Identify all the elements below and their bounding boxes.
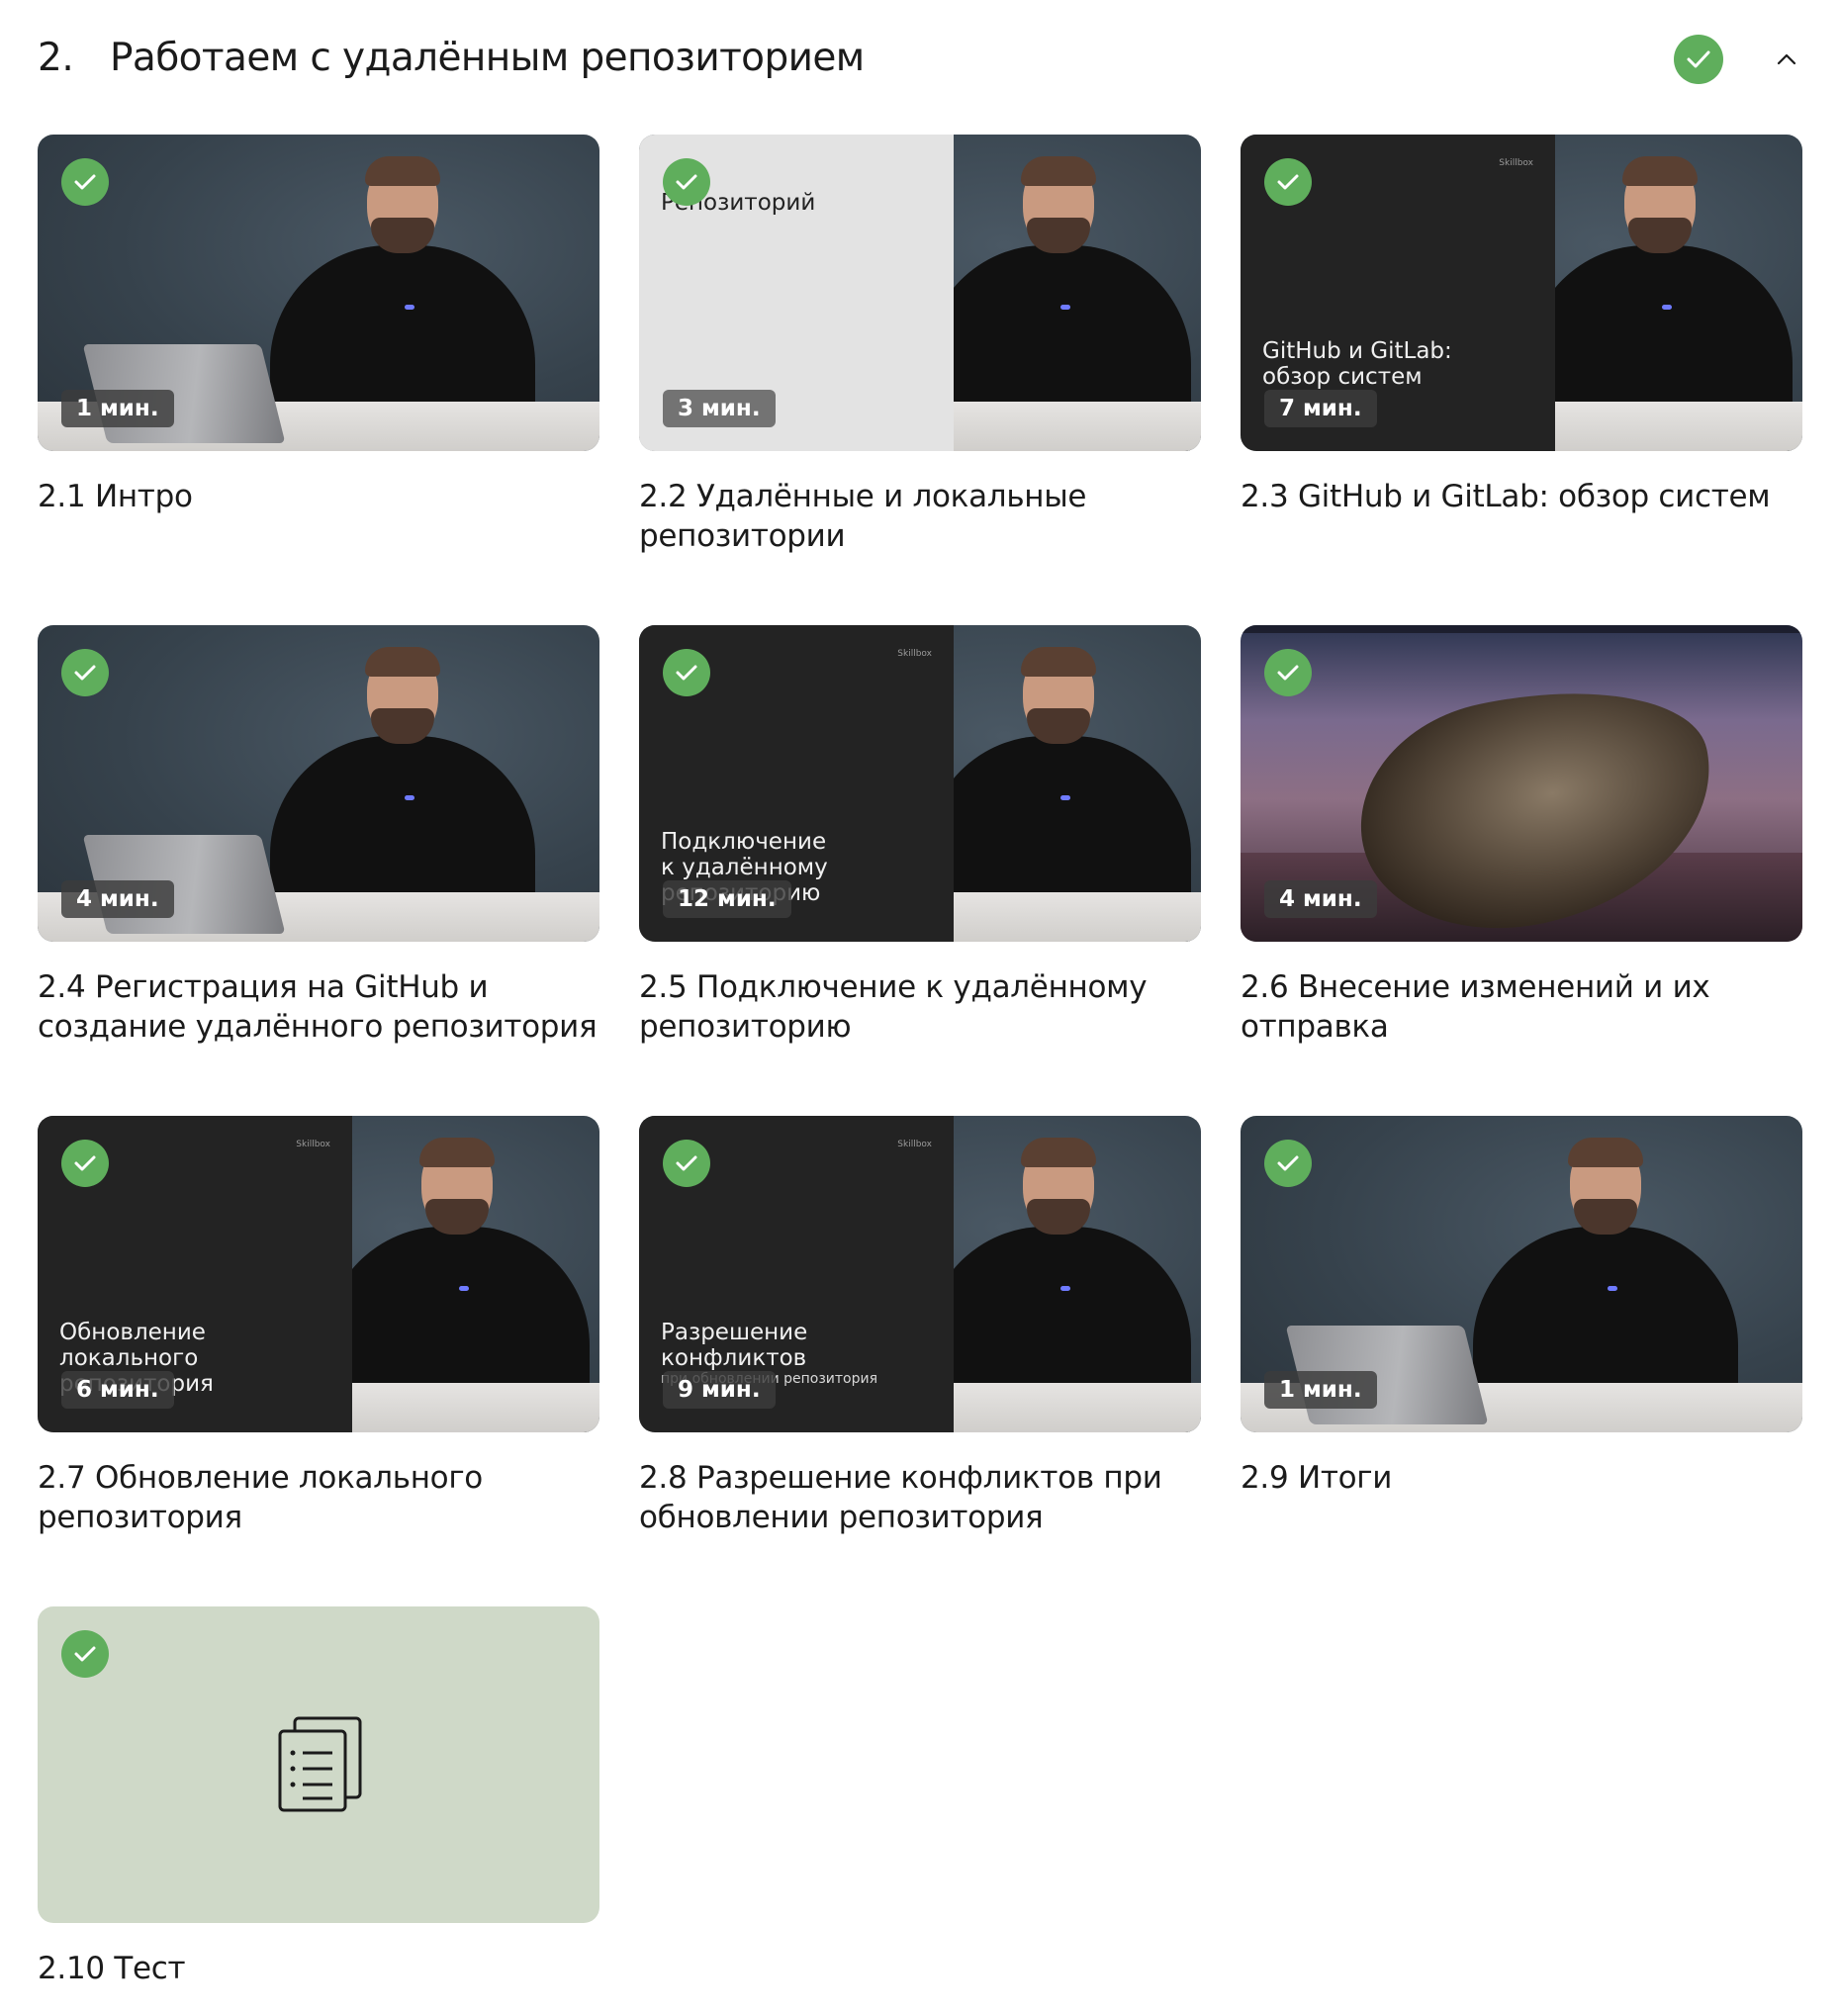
lesson-thumbnail[interactable]: 1 мин. <box>38 135 599 451</box>
lesson-thumbnail[interactable]: Репозиторий 3 мин. <box>639 135 1201 451</box>
completed-check-icon <box>1264 1140 1312 1187</box>
lesson-thumbnail[interactable]: Skillbox Обновление локального репозитор… <box>38 1116 599 1432</box>
section-header: 2. Работаем с удалённым репозиторием <box>38 32 1802 93</box>
lesson-card[interactable]: 4 мин. 2.6 Внесение изменений и их отпра… <box>1241 625 1802 1045</box>
lesson-card[interactable]: Skillbox Разрешение конфликтов при обнов… <box>639 1116 1201 1535</box>
lesson-card[interactable]: 1 мин. 2.9 Итоги <box>1241 1116 1802 1496</box>
slide-brand: Skillbox <box>1499 158 1533 168</box>
lesson-card[interactable]: Skillbox Обновление локального репозитор… <box>38 1116 599 1535</box>
lesson-card[interactable]: 2.10 Тест <box>38 1606 599 1986</box>
lesson-thumbnail[interactable] <box>38 1606 599 1923</box>
duration-badge: 1 мин. <box>1264 1371 1377 1409</box>
section-number: 2. <box>38 36 74 80</box>
lesson-title[interactable]: 2.9 Итоги <box>1241 1458 1814 1498</box>
completed-check-icon <box>1264 158 1312 206</box>
lesson-title[interactable]: 2.4 Регистрация на GitHub и создание уда… <box>38 967 611 1047</box>
lesson-title[interactable]: 2.7 Обновление локального репозитория <box>38 1458 611 1537</box>
duration-badge: 9 мин. <box>663 1371 776 1409</box>
collapse-section-chevron-up-icon[interactable] <box>1769 42 1804 77</box>
lesson-title[interactable]: 2.3 GitHub и GitLab: обзор систем <box>1241 477 1814 516</box>
slide-text: GitHub и GitLab: обзор систем <box>1262 338 1452 390</box>
completed-check-icon <box>61 1630 109 1678</box>
duration-badge: 4 мин. <box>1264 880 1377 918</box>
lesson-thumbnail[interactable]: 4 мин. <box>1241 625 1802 942</box>
slide-brand: Skillbox <box>897 1140 932 1149</box>
lesson-card[interactable]: Skillbox Подключение к удалённому репози… <box>639 625 1201 1045</box>
lesson-title[interactable]: 2.5 Подключение к удалённому репозиторию <box>639 967 1213 1047</box>
lesson-title[interactable]: 2.8 Разрешение конфликтов при обновлении… <box>639 1458 1213 1537</box>
completed-check-icon <box>663 649 710 696</box>
completed-check-icon <box>663 158 710 206</box>
completed-check-icon <box>61 158 109 206</box>
duration-badge: 3 мин. <box>663 390 776 427</box>
lesson-card[interactable]: 1 мин. 2.1 Интро <box>38 135 599 514</box>
section-completed-check-icon <box>1674 35 1723 84</box>
desktop-menubar <box>1241 625 1802 633</box>
lesson-thumbnail[interactable]: Skillbox Подключение к удалённому репози… <box>639 625 1201 942</box>
slide-brand: Skillbox <box>897 649 932 659</box>
lesson-card[interactable]: 4 мин. 2.4 Регистрация на GitHub и созда… <box>38 625 599 1045</box>
duration-badge: 4 мин. <box>61 880 174 918</box>
lesson-title[interactable]: 2.6 Внесение изменений и их отправка <box>1241 967 1814 1047</box>
lesson-title[interactable]: 2.10 Тест <box>38 1949 611 1988</box>
lesson-thumbnail[interactable]: Skillbox Разрешение конфликтов при обнов… <box>639 1116 1201 1432</box>
duration-badge: 12 мин. <box>663 880 791 918</box>
lesson-title[interactable]: 2.2 Удалённые и локальные репозитории <box>639 477 1213 556</box>
lesson-thumbnail[interactable]: 1 мин. <box>1241 1116 1802 1432</box>
section-title: Работаем с удалённым репозиторием <box>110 36 865 80</box>
lesson-thumbnail[interactable]: Skillbox GitHub и GitLab: обзор систем 7… <box>1241 135 1802 451</box>
completed-check-icon <box>61 1140 109 1187</box>
lesson-card[interactable]: Skillbox GitHub и GitLab: обзор систем 7… <box>1241 135 1802 514</box>
completed-check-icon <box>663 1140 710 1187</box>
completed-check-icon <box>1264 649 1312 696</box>
duration-badge: 6 мин. <box>61 1371 174 1409</box>
slide-brand: Skillbox <box>296 1140 330 1149</box>
duration-badge: 1 мин. <box>61 390 174 427</box>
lesson-card[interactable]: Репозиторий 3 мин. 2.2 Удалённые и локал… <box>639 135 1201 554</box>
duration-badge: 7 мин. <box>1264 390 1377 427</box>
slide-text: Разрешение конфликтов <box>661 1320 808 1371</box>
test-document-icon <box>277 1715 366 1814</box>
completed-check-icon <box>61 649 109 696</box>
lesson-title[interactable]: 2.1 Интро <box>38 477 611 516</box>
lesson-thumbnail[interactable]: 4 мин. <box>38 625 599 942</box>
